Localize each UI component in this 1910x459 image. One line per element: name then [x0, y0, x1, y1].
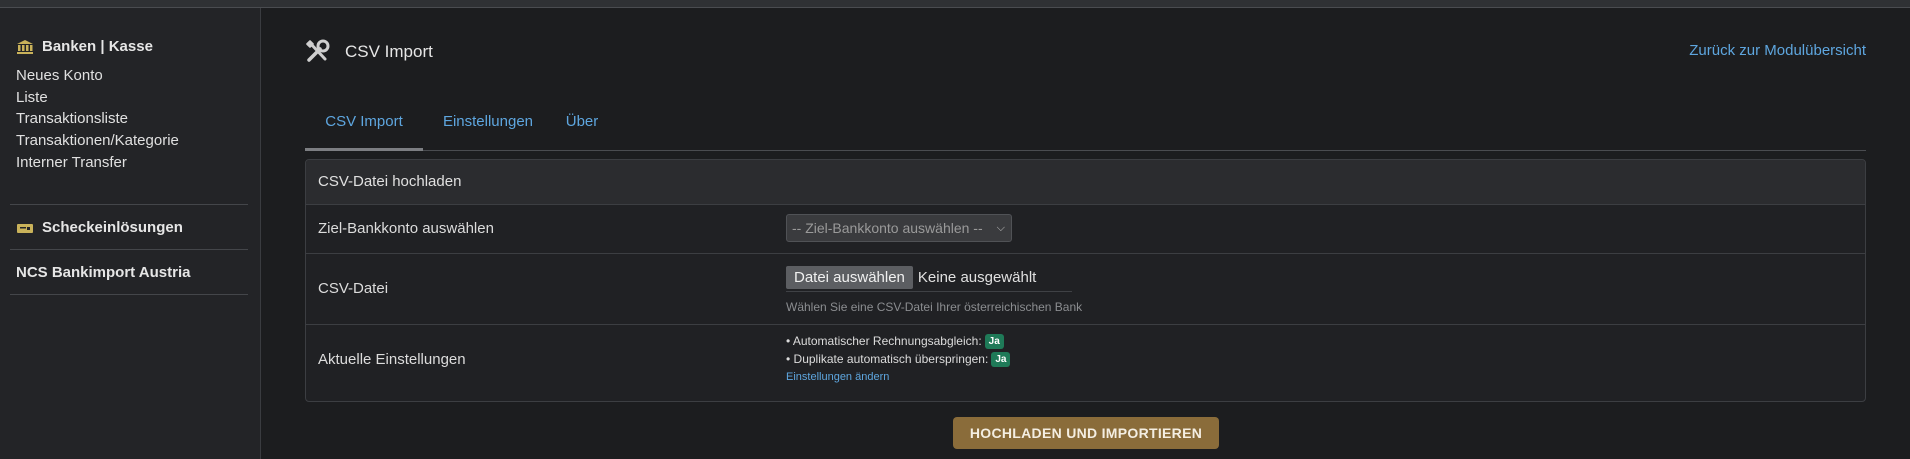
sidebar-item-transaction-list[interactable]: Transaktionsliste — [16, 110, 128, 127]
back-to-modules-link[interactable]: Zurück zur Modulübersicht — [1689, 42, 1866, 59]
bank-account-label: Ziel-Bankkonto auswählen — [318, 220, 494, 237]
setting-auto-reconcile-text: • Automatischer Rechnungsabgleich: — [786, 334, 982, 348]
sidebar-divider — [10, 294, 248, 295]
main-content: CSV Import Zurück zur Modulübersicht CSV… — [261, 8, 1910, 459]
file-input-underline — [786, 291, 1072, 292]
sidebar-section-label: NCS Bankimport Austria — [16, 264, 191, 281]
bank-icon — [16, 39, 34, 55]
sidebar-section-import[interactable]: NCS Bankimport Austria — [16, 264, 190, 281]
sidebar-section-checks[interactable]: Scheckeinlösungen — [16, 219, 183, 236]
tab-csv-import[interactable]: CSV Import — [305, 96, 423, 151]
upload-import-button[interactable]: HOCHLADEN UND IMPORTIEREN — [953, 417, 1219, 449]
tab-about[interactable]: Über — [554, 96, 610, 148]
setting-skip-duplicates-text: • Duplikate automatisch überspringen: — [786, 352, 989, 366]
page-title: CSV Import — [305, 39, 433, 65]
choose-file-button[interactable]: Datei auswählen — [786, 266, 913, 289]
row-csv-file: CSV-Datei Datei auswählen Keine ausgewäh… — [306, 254, 1865, 325]
file-status: Keine ausgewählt — [917, 269, 1037, 286]
check-icon — [16, 220, 34, 236]
row-current-settings: Aktuelle Einstellungen • Automatischer R… — [306, 325, 1865, 395]
file-input[interactable]: Datei auswählen Keine ausgewählt — [786, 266, 1082, 289]
sidebar-divider — [10, 249, 248, 250]
file-hint: Wählen Sie eine CSV-Datei Ihrer österrei… — [786, 300, 1083, 314]
page-title-text: CSV Import — [345, 42, 433, 61]
sidebar-item-list[interactable]: Liste — [16, 89, 48, 106]
bank-account-select[interactable]: -- Ziel-Bankkonto auswählen -- ⌵ — [786, 214, 1012, 242]
panel-title: CSV-Datei hochladen — [306, 160, 1865, 205]
top-bar — [0, 0, 1910, 8]
tab-settings[interactable]: Einstellungen — [431, 96, 545, 148]
csv-file-label: CSV-Datei — [318, 280, 389, 297]
setting-skip-duplicates: • Duplikate automatisch überspringen: Ja — [786, 350, 1011, 368]
sidebar: Banken | Kasse Neues Konto Liste Transak… — [0, 8, 261, 459]
chevron-down-icon: ⌵ — [996, 221, 1005, 234]
status-badge: Ja — [991, 351, 1011, 367]
tools-icon — [305, 39, 331, 65]
sidebar-item-internal-transfer[interactable]: Interner Transfer — [16, 154, 127, 171]
row-bank-account: Ziel-Bankkonto auswählen -- Ziel-Bankkon… — [306, 205, 1865, 254]
tab-bar: CSV Import Einstellungen Über — [305, 96, 1866, 151]
sidebar-item-transactions-category[interactable]: Transaktionen/Kategorie — [16, 132, 179, 149]
sidebar-item-new-account[interactable]: Neues Konto — [16, 67, 103, 84]
upload-panel: CSV-Datei hochladen Ziel-Bankkonto auswä… — [305, 159, 1866, 402]
sidebar-divider — [10, 204, 248, 205]
sidebar-section-label: Scheckeinlösungen — [42, 219, 183, 236]
sidebar-section-label: Banken | Kasse — [42, 38, 153, 55]
sidebar-section-banks[interactable]: Banken | Kasse — [16, 38, 153, 55]
setting-auto-reconcile: • Automatischer Rechnungsabgleich: Ja — [786, 332, 1010, 350]
bank-account-select-value: -- Ziel-Bankkonto auswählen -- — [792, 220, 983, 236]
status-badge: Ja — [984, 333, 1004, 349]
change-settings-link[interactable]: Einstellungen ändern — [786, 371, 1010, 383]
current-settings-label: Aktuelle Einstellungen — [318, 351, 466, 368]
